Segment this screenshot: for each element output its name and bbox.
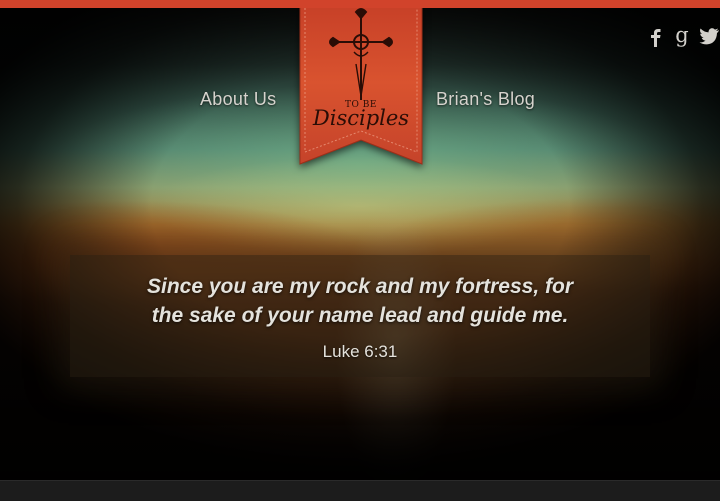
quote-line-2: the sake of your name lead and guide me. xyxy=(151,304,569,327)
scripture-quote: Since you are my rock and my fortress, f… xyxy=(0,272,720,330)
nav-brians-blog[interactable]: Brian's Blog xyxy=(436,89,535,110)
banner-ribbon-icon xyxy=(299,0,423,165)
nav-about-us[interactable]: About Us xyxy=(200,89,276,110)
scripture-reference: Luke 6:31 xyxy=(322,342,398,361)
svg-text:g: g xyxy=(675,24,688,47)
footer-bar xyxy=(0,480,720,501)
facebook-icon[interactable] xyxy=(645,24,667,48)
twitter-icon[interactable] xyxy=(698,24,720,48)
top-accent-bar xyxy=(0,0,720,8)
logo-line-big: Disciples xyxy=(312,106,410,130)
logo-banner[interactable]: TO BE Disciples xyxy=(298,0,424,168)
quote-line-1: Since you are my rock and my fortress, f… xyxy=(147,275,573,298)
google-plus-icon[interactable]: g xyxy=(671,23,693,48)
